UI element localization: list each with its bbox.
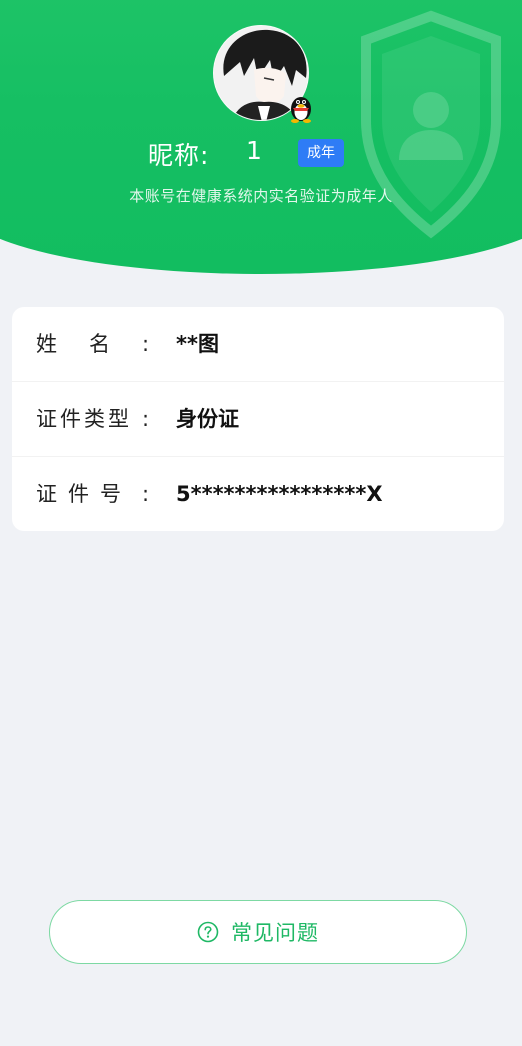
qq-penguin-icon <box>291 97 311 123</box>
adult-status-badge: 成年 <box>298 139 344 167</box>
identity-info-card: 姓名 : **图 证件类型 : 身份证 证件号 : 5*************… <box>12 307 504 531</box>
name-label: 姓名 <box>36 332 142 356</box>
id-type-colon: : <box>142 407 150 431</box>
avatar-container[interactable] <box>213 25 311 123</box>
name-value: **图 <box>176 332 219 356</box>
name-colon: : <box>142 332 150 356</box>
header: 昵称: 1 成年 本账号在健康系统内实名验证为成年人 <box>0 0 522 275</box>
id-number-value: 5****************X <box>176 482 383 506</box>
question-circle-icon <box>197 921 219 943</box>
verification-description: 本账号在健康系统内实名验证为成年人 <box>129 187 393 205</box>
id-type-label: 证件类型 <box>36 407 132 431</box>
info-row-name: 姓名 : **图 <box>12 307 504 382</box>
nickname-value: 1 <box>246 136 262 165</box>
nickname-label: 昵称: <box>148 141 210 170</box>
id-number-colon: : <box>142 482 150 506</box>
id-number-label: 证件号 <box>36 482 132 506</box>
info-row-id-type: 证件类型 : 身份证 <box>12 382 504 457</box>
id-type-value: 身份证 <box>176 407 239 431</box>
info-row-id-number: 证件号 : 5****************X <box>12 457 504 531</box>
faq-button-label: 常见问题 <box>231 921 319 945</box>
faq-button[interactable]: 常见问题 <box>49 900 467 964</box>
